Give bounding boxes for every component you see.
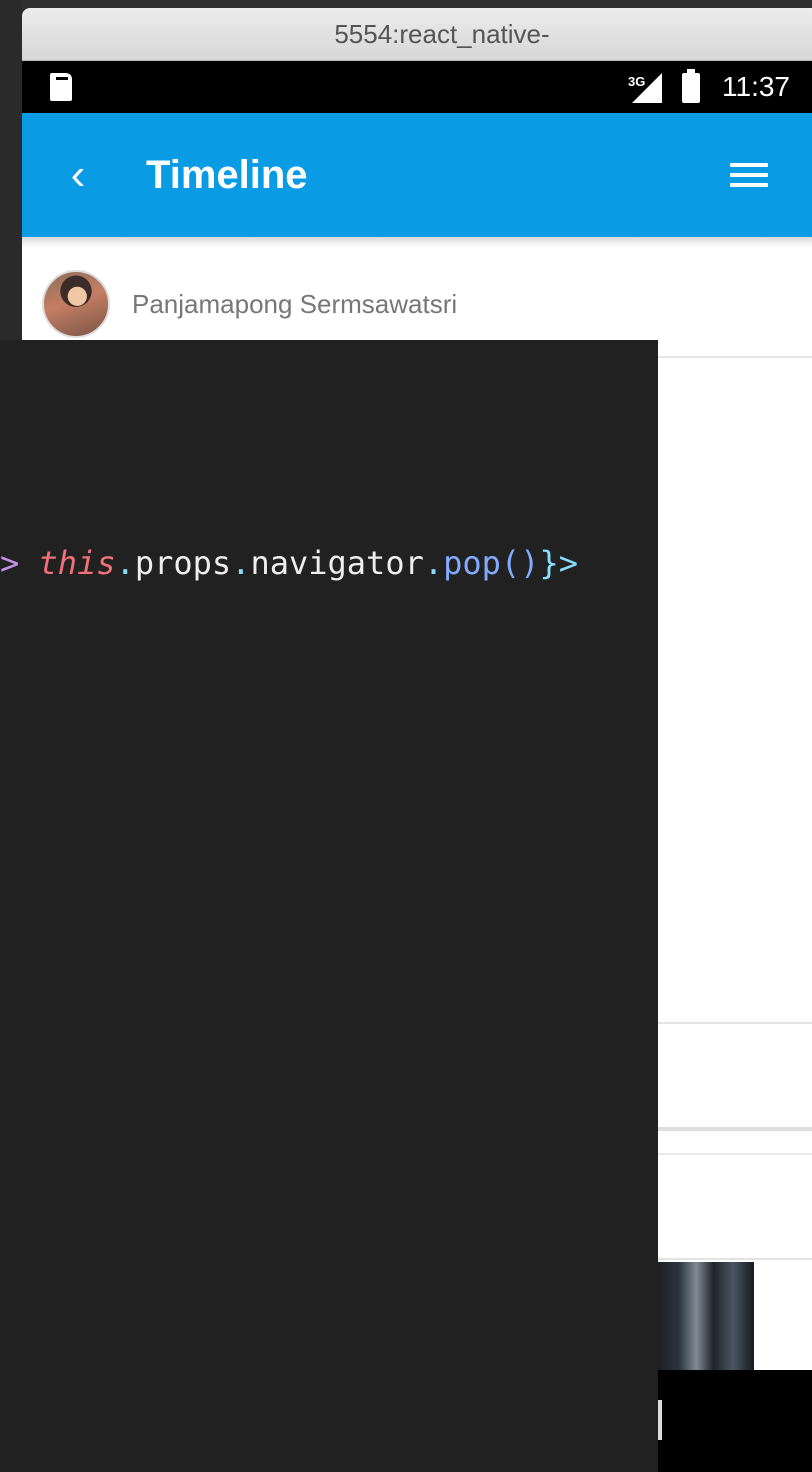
toolbar-shadow (22, 237, 812, 247)
back-chevron-icon[interactable]: ‹ (58, 147, 98, 203)
post-divider (658, 1153, 812, 1155)
sd-card-icon (50, 73, 72, 101)
avatar[interactable] (42, 270, 110, 338)
post-photo[interactable] (658, 1262, 754, 1370)
post-divider (658, 1127, 812, 1131)
code-token-props: props (134, 544, 232, 582)
code-token-this: this (38, 544, 116, 582)
code-token-close: }> (539, 544, 578, 582)
hamburger-menu-icon[interactable] (730, 163, 768, 187)
post-divider (658, 1258, 812, 1260)
app-toolbar: ‹ Timeline (22, 113, 812, 237)
window-title-bar[interactable]: 5554:react_native- (22, 8, 812, 61)
code-token-navigator: navigator (250, 544, 424, 582)
code-token-arrow: > (0, 544, 20, 582)
network-type: 3G (628, 74, 646, 89)
code-token-dot: . (115, 544, 135, 582)
code-token-dot: . (423, 544, 444, 582)
android-status-bar: 3G 11:37 (22, 61, 812, 113)
page-title: Timeline (146, 153, 308, 197)
status-clock: 11:37 (722, 71, 790, 102)
battery-icon (682, 69, 700, 103)
window-title: 5554:react_native- (334, 19, 550, 49)
code-token-dot: . (231, 544, 251, 582)
code-token-method: pop() (443, 544, 540, 582)
post-divider (658, 1022, 812, 1024)
code-line: > this.props.navigator.pop()}> (0, 542, 578, 584)
code-editor-overlay: > this.props.navigator.pop()}> (0, 340, 658, 1472)
